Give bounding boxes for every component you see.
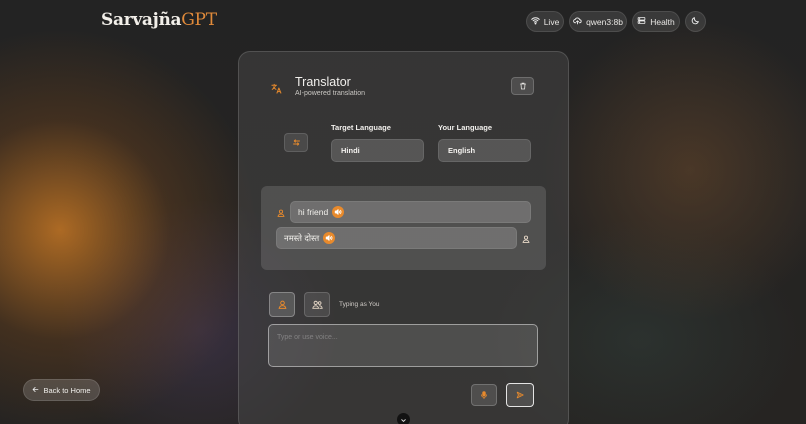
translate-icon [271,81,282,94]
chevron-down-icon [400,411,407,424]
brand-accent: GPT [181,10,217,30]
speaker-icon[interactable] [323,232,336,244]
swap-icon [292,134,301,152]
page-subtitle: AI-powered translation [295,90,366,97]
target-language-select[interactable]: Hindi [331,139,424,162]
users-icon [311,296,323,314]
cloud-upload-icon [573,16,582,27]
swap-languages-button[interactable] [284,133,308,152]
target-language-label: Target Language [331,123,391,132]
back-to-home-button[interactable]: Back to Home [23,379,100,401]
health-pill[interactable]: Health [632,11,680,32]
page-title: Translator [295,75,351,89]
model-pill[interactable]: qwen3:8b [569,11,627,32]
send-button[interactable] [506,383,534,407]
user-icon [522,230,530,243]
theme-toggle-button[interactable] [685,11,706,32]
message-text: hi friend [298,207,329,217]
message-input[interactable] [268,324,538,367]
clear-chat-button[interactable] [511,77,534,95]
your-language-label: Your Language [438,123,493,132]
status-pill[interactable]: Live [526,11,564,32]
speaker-icon[interactable] [332,206,345,218]
message-bubble: hi friend [290,201,531,223]
server-icon [637,16,646,27]
speaker-self-button[interactable] [269,292,295,317]
moon-icon [691,16,700,27]
send-icon [516,386,524,404]
model-label: qwen3:8b [586,16,623,27]
speaker-other-button[interactable] [304,292,330,317]
user-icon [278,296,287,314]
back-to-home-label: Back to Home [43,385,91,395]
microphone-icon [480,386,488,404]
brand-logo[interactable]: Sarvajña GPT [101,10,217,30]
message-bubble: नमस्ते दोस्त [276,227,517,249]
wifi-icon [530,16,540,27]
voice-input-button[interactable] [471,384,497,406]
trash-icon [519,77,527,95]
scroll-down-button[interactable] [397,413,410,424]
arrow-left-icon [32,386,39,395]
your-language-select[interactable]: English [438,139,531,162]
health-label: Health [650,16,675,27]
brand-name: Sarvajña [101,10,182,30]
message-text: नमस्ते दोस्त [284,232,320,243]
user-icon [277,204,285,217]
typing-as-label: Typing as You [339,301,380,308]
status-label: Live [543,16,560,27]
